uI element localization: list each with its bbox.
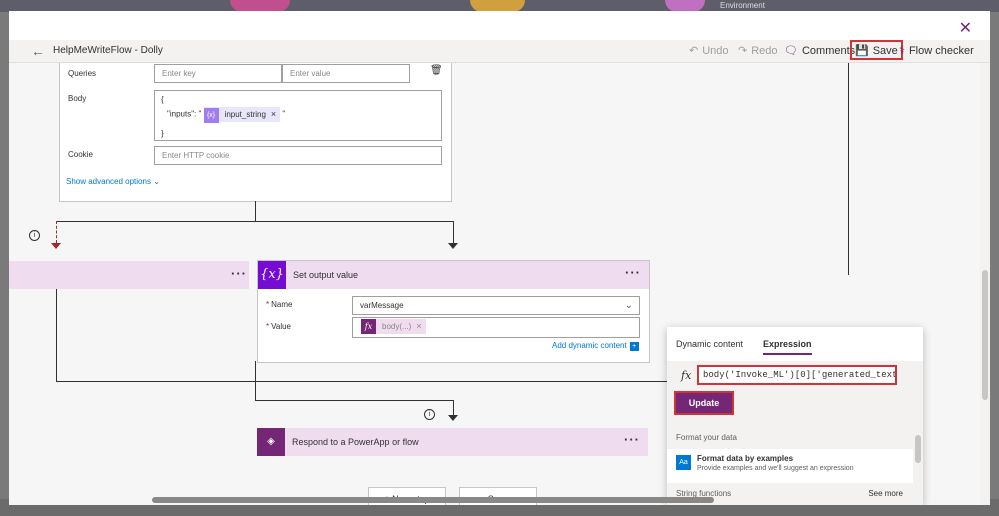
body-editor[interactable]: { "inputs": " {x} input_string × " } [154,90,442,141]
powerapps-icon: ◈ [257,428,285,456]
connector-line [255,381,667,382]
card-header[interactable]: {x} Set output value ··· [258,261,649,289]
connector-line [56,289,57,382]
delete-icon[interactable]: 🗑 [430,65,443,76]
connector-line [453,400,454,415]
card-title: Respond to a PowerApp or flow [292,437,419,447]
query-key-input[interactable]: Enter key [154,64,282,83]
run-after-connector [56,221,57,243]
variable-icon: {x} [258,261,286,289]
card-header[interactable]: ◈ Respond to a PowerApp or flow ··· [257,428,648,456]
back-arrow-icon[interactable]: ← [31,40,45,62]
close-icon[interactable]: ✕ [959,18,972,38]
remove-token-icon[interactable]: × [271,109,276,119]
section-format-your-data: Format your data [667,427,913,449]
scrollbar-thumb[interactable] [915,435,921,463]
fx-icon: fx [681,369,692,382]
queries-label: Queries [68,69,97,78]
name-select[interactable]: varMessage ⌄ [352,296,640,315]
value-input[interactable]: fx body(...) × [352,317,640,338]
comment-icon: 🗨 [784,45,798,57]
query-value-input[interactable]: Enter value [282,64,410,83]
connector-line [56,221,454,222]
flow-title: HelpMeWriteFlow - Dolly [53,45,163,56]
comments-button[interactable]: 🗨 Comments [784,40,855,62]
info-icon[interactable]: i [29,230,40,241]
arrow-down-icon [448,243,458,249]
variable-icon: {x} [203,108,219,123]
name-label: * Name [266,300,293,309]
scrollbar-thumb[interactable] [152,497,714,503]
toolbar: ← HelpMeWriteFlow - Dolly ↶ Undo ↷ Redo 🗨 C… [9,40,990,63]
connector-line [56,381,256,382]
show-advanced-link[interactable]: Show advanced options ⌄ [66,177,160,186]
chevron-down-icon: ⌄ [624,300,633,311]
undo-icon: ↶ [689,45,699,57]
expression-input[interactable]: body('Invoke_ML')[0]['generated_text'] [697,365,897,385]
stethoscope-icon: ⚕ [899,45,905,57]
arrow-down-icon [51,243,61,249]
connector-line [255,361,256,381]
flow-checker-button[interactable]: ⚕ Flow checker [899,40,974,62]
vertical-scrollbar[interactable] [980,63,990,505]
horizontal-scrollbar[interactable] [9,495,980,505]
save-icon: 💾 [855,45,869,57]
parallel-branch-card[interactable] [9,261,249,289]
cookie-input[interactable]: Enter HTTP cookie [154,146,442,165]
connector-line [453,221,454,243]
redo-icon: ↷ [738,45,748,57]
expression-editor: fx body('Invoke_ML')[0]['generated_text'… [667,361,923,427]
more-options-icon[interactable]: ··· [625,265,641,280]
connector-line [848,63,849,275]
connector-line [255,381,256,401]
body-label: Body [68,94,87,103]
respond-to-powerapp-card[interactable]: ◈ Respond to a PowerApp or flow ··· [257,428,648,456]
cookie-label: Cookie [68,150,93,159]
redo-button[interactable]: ↷ Redo [738,40,778,62]
info-icon[interactable]: i [424,409,435,420]
format-examples-icon: Aa [676,455,691,470]
dynamic-content-panel: Dynamic content Expression fx body('Invo… [667,327,923,505]
connector-line [255,201,256,221]
card-title: Set output value [293,270,359,280]
expression-token[interactable]: fx body(...) × [361,319,426,335]
tab-expression[interactable]: Expression [763,339,812,355]
body-inputs-line: "inputs": " {x} input_string × " [167,107,285,123]
body-open-brace: { [161,95,164,104]
chevron-down-icon: ⌄ [153,177,160,186]
panel-scrollbar[interactable] [913,427,923,505]
dynamic-token-input-string[interactable]: {x} input_string × [203,107,281,123]
update-button[interactable]: Update [674,391,734,415]
more-options-icon[interactable]: ··· [624,432,640,447]
set-output-value-card: {x} Set output value ··· * Name varMessag… [257,260,650,363]
body-close-brace: } [161,129,164,138]
add-icon: + [629,342,639,351]
value-label: * Value [266,322,291,331]
arrow-down-icon [448,415,458,421]
environment-label: Environment [720,1,765,10]
connector-line [255,400,453,401]
format-by-examples-item[interactable]: Aa Format data by examples Provide examp… [667,450,913,478]
tab-dynamic-content[interactable]: Dynamic content [676,339,743,349]
save-button[interactable]: 💾 Save [850,40,903,60]
scrollbar-thumb[interactable] [982,270,988,400]
fx-icon: fx [361,319,376,335]
http-action-card: Queries Enter key Enter value 🗑 Body { "… [59,63,452,202]
more-options-icon[interactable]: ··· [231,266,247,281]
add-dynamic-content-link[interactable]: Add dynamic content + [552,341,639,351]
undo-button[interactable]: ↶ Undo [689,40,729,62]
remove-token-icon[interactable]: × [416,321,421,331]
flow-canvas[interactable]: Queries Enter key Enter value 🗑 Body { "… [9,63,990,505]
flow-editor-modal: ✕ ← HelpMeWriteFlow - Dolly ↶ Undo ↷ Redo … [9,11,990,505]
